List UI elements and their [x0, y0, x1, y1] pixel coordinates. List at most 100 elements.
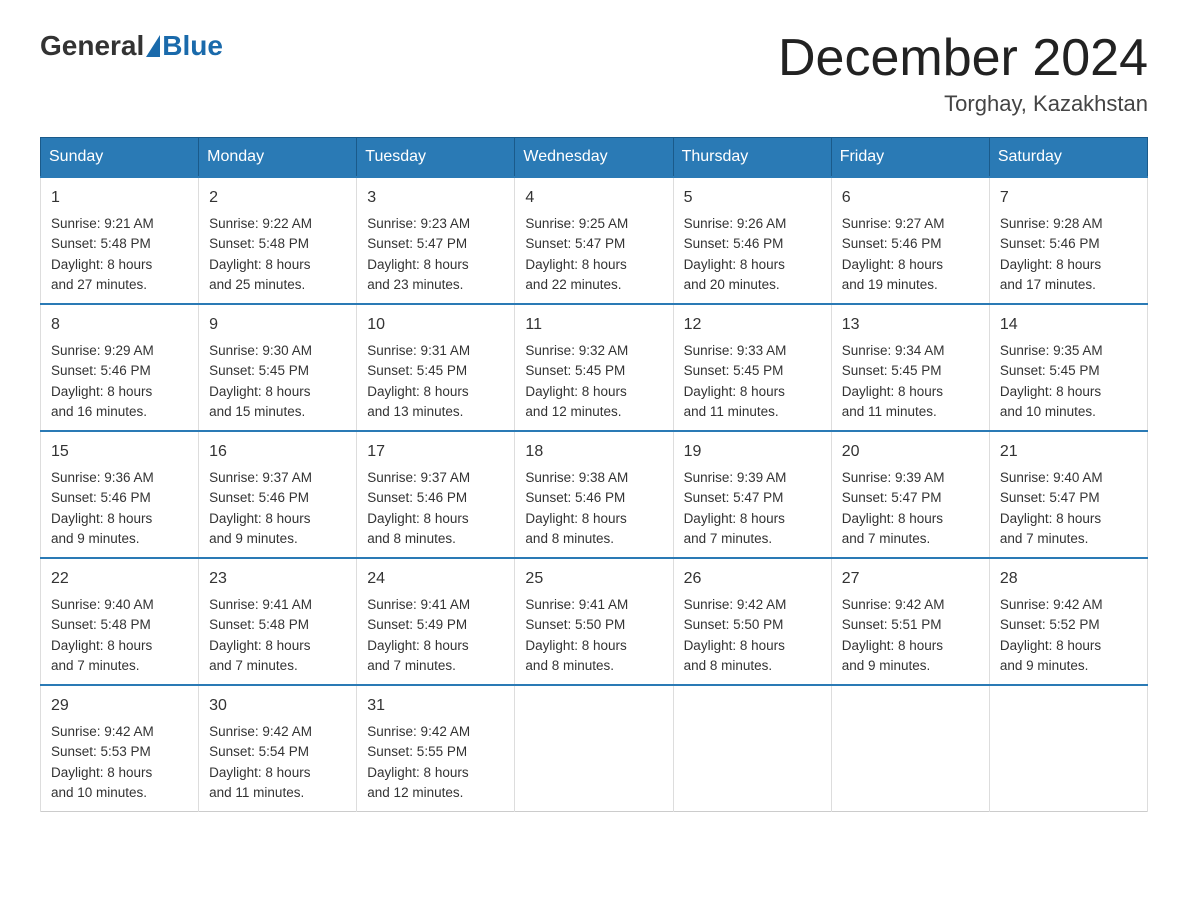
sunrise-label: Sunrise: 9:35 AM	[1000, 343, 1103, 358]
sunset-label: Sunset: 5:46 PM	[51, 363, 151, 378]
daylight-minutes: and 7 minutes.	[684, 531, 773, 546]
calendar-cell: 8Sunrise: 9:29 AMSunset: 5:46 PMDaylight…	[41, 304, 199, 431]
daylight-minutes: and 11 minutes.	[684, 404, 779, 419]
sunset-label: Sunset: 5:50 PM	[684, 617, 784, 632]
sunrise-label: Sunrise: 9:36 AM	[51, 470, 154, 485]
sunrise-label: Sunrise: 9:42 AM	[367, 724, 470, 739]
day-number: 19	[684, 440, 821, 464]
sunrise-label: Sunrise: 9:28 AM	[1000, 216, 1103, 231]
calendar-cell: 28Sunrise: 9:42 AMSunset: 5:52 PMDayligh…	[989, 558, 1147, 685]
daylight-minutes: and 11 minutes.	[842, 404, 937, 419]
logo-blue-text: Blue	[162, 30, 223, 62]
daylight-label: Daylight: 8 hours	[684, 511, 785, 526]
daylight-minutes: and 7 minutes.	[51, 658, 140, 673]
day-number: 20	[842, 440, 979, 464]
daylight-label: Daylight: 8 hours	[51, 384, 152, 399]
sunset-label: Sunset: 5:55 PM	[367, 744, 467, 759]
daylight-minutes: and 11 minutes.	[209, 785, 304, 800]
sunrise-label: Sunrise: 9:29 AM	[51, 343, 154, 358]
daylight-label: Daylight: 8 hours	[842, 638, 943, 653]
daylight-label: Daylight: 8 hours	[525, 638, 626, 653]
day-number: 23	[209, 567, 346, 591]
calendar-cell: 25Sunrise: 9:41 AMSunset: 5:50 PMDayligh…	[515, 558, 673, 685]
sunset-label: Sunset: 5:47 PM	[525, 236, 625, 251]
daylight-minutes: and 16 minutes.	[51, 404, 147, 419]
col-sunday: Sunday	[41, 138, 199, 178]
calendar-cell: 14Sunrise: 9:35 AMSunset: 5:45 PMDayligh…	[989, 304, 1147, 431]
sunrise-label: Sunrise: 9:21 AM	[51, 216, 154, 231]
day-number: 5	[684, 186, 821, 210]
sunset-label: Sunset: 5:48 PM	[51, 617, 151, 632]
daylight-minutes: and 8 minutes.	[525, 531, 614, 546]
day-number: 14	[1000, 313, 1137, 337]
calendar-cell: 22Sunrise: 9:40 AMSunset: 5:48 PMDayligh…	[41, 558, 199, 685]
sunrise-label: Sunrise: 9:39 AM	[684, 470, 787, 485]
day-number: 17	[367, 440, 504, 464]
sunrise-label: Sunrise: 9:40 AM	[1000, 470, 1103, 485]
calendar-cell: 31Sunrise: 9:42 AMSunset: 5:55 PMDayligh…	[357, 685, 515, 812]
daylight-minutes: and 13 minutes.	[367, 404, 463, 419]
daylight-minutes: and 19 minutes.	[842, 277, 938, 292]
calendar-cell: 23Sunrise: 9:41 AMSunset: 5:48 PMDayligh…	[199, 558, 357, 685]
sunrise-label: Sunrise: 9:40 AM	[51, 597, 154, 612]
sunrise-label: Sunrise: 9:42 AM	[51, 724, 154, 739]
calendar-cell: 19Sunrise: 9:39 AMSunset: 5:47 PMDayligh…	[673, 431, 831, 558]
logo: General Blue	[40, 30, 223, 62]
sunset-label: Sunset: 5:50 PM	[525, 617, 625, 632]
sunrise-label: Sunrise: 9:41 AM	[525, 597, 628, 612]
subtitle: Torghay, Kazakhstan	[778, 91, 1148, 117]
sunrise-label: Sunrise: 9:23 AM	[367, 216, 470, 231]
calendar-cell: 4Sunrise: 9:25 AMSunset: 5:47 PMDaylight…	[515, 177, 673, 304]
sunrise-label: Sunrise: 9:37 AM	[367, 470, 470, 485]
day-number: 26	[684, 567, 821, 591]
calendar-cell: 7Sunrise: 9:28 AMSunset: 5:46 PMDaylight…	[989, 177, 1147, 304]
daylight-label: Daylight: 8 hours	[525, 384, 626, 399]
daylight-minutes: and 7 minutes.	[842, 531, 931, 546]
sunset-label: Sunset: 5:45 PM	[525, 363, 625, 378]
calendar-cell: 1Sunrise: 9:21 AMSunset: 5:48 PMDaylight…	[41, 177, 199, 304]
daylight-label: Daylight: 8 hours	[842, 257, 943, 272]
daylight-minutes: and 8 minutes.	[684, 658, 773, 673]
daylight-label: Daylight: 8 hours	[1000, 384, 1101, 399]
daylight-label: Daylight: 8 hours	[51, 638, 152, 653]
sunrise-label: Sunrise: 9:34 AM	[842, 343, 945, 358]
daylight-minutes: and 9 minutes.	[51, 531, 140, 546]
day-number: 27	[842, 567, 979, 591]
day-number: 18	[525, 440, 662, 464]
daylight-minutes: and 9 minutes.	[209, 531, 298, 546]
sunset-label: Sunset: 5:45 PM	[842, 363, 942, 378]
sunset-label: Sunset: 5:48 PM	[209, 617, 309, 632]
sunset-label: Sunset: 5:47 PM	[842, 490, 942, 505]
calendar-cell: 9Sunrise: 9:30 AMSunset: 5:45 PMDaylight…	[199, 304, 357, 431]
day-number: 12	[684, 313, 821, 337]
daylight-label: Daylight: 8 hours	[367, 638, 468, 653]
daylight-label: Daylight: 8 hours	[51, 257, 152, 272]
daylight-minutes: and 10 minutes.	[51, 785, 147, 800]
week-row-1: 1Sunrise: 9:21 AMSunset: 5:48 PMDaylight…	[41, 177, 1148, 304]
sunrise-label: Sunrise: 9:26 AM	[684, 216, 787, 231]
logo-general-text: General	[40, 30, 144, 62]
daylight-label: Daylight: 8 hours	[209, 511, 310, 526]
col-thursday: Thursday	[673, 138, 831, 178]
title-block: December 2024 Torghay, Kazakhstan	[778, 30, 1148, 117]
daylight-minutes: and 15 minutes.	[209, 404, 305, 419]
daylight-minutes: and 23 minutes.	[367, 277, 463, 292]
calendar-cell: 12Sunrise: 9:33 AMSunset: 5:45 PMDayligh…	[673, 304, 831, 431]
calendar-cell: 26Sunrise: 9:42 AMSunset: 5:50 PMDayligh…	[673, 558, 831, 685]
calendar-cell: 18Sunrise: 9:38 AMSunset: 5:46 PMDayligh…	[515, 431, 673, 558]
sunrise-label: Sunrise: 9:41 AM	[367, 597, 470, 612]
week-row-5: 29Sunrise: 9:42 AMSunset: 5:53 PMDayligh…	[41, 685, 1148, 812]
sunset-label: Sunset: 5:46 PM	[367, 490, 467, 505]
day-number: 29	[51, 694, 188, 718]
calendar-header-row: Sunday Monday Tuesday Wednesday Thursday…	[41, 138, 1148, 178]
daylight-label: Daylight: 8 hours	[1000, 511, 1101, 526]
daylight-label: Daylight: 8 hours	[525, 257, 626, 272]
daylight-minutes: and 27 minutes.	[51, 277, 147, 292]
daylight-label: Daylight: 8 hours	[842, 511, 943, 526]
page-header: General Blue December 2024 Torghay, Kaza…	[40, 30, 1148, 117]
daylight-minutes: and 22 minutes.	[525, 277, 621, 292]
sunrise-label: Sunrise: 9:27 AM	[842, 216, 945, 231]
daylight-minutes: and 7 minutes.	[209, 658, 298, 673]
sunset-label: Sunset: 5:46 PM	[684, 236, 784, 251]
sunrise-label: Sunrise: 9:42 AM	[209, 724, 312, 739]
